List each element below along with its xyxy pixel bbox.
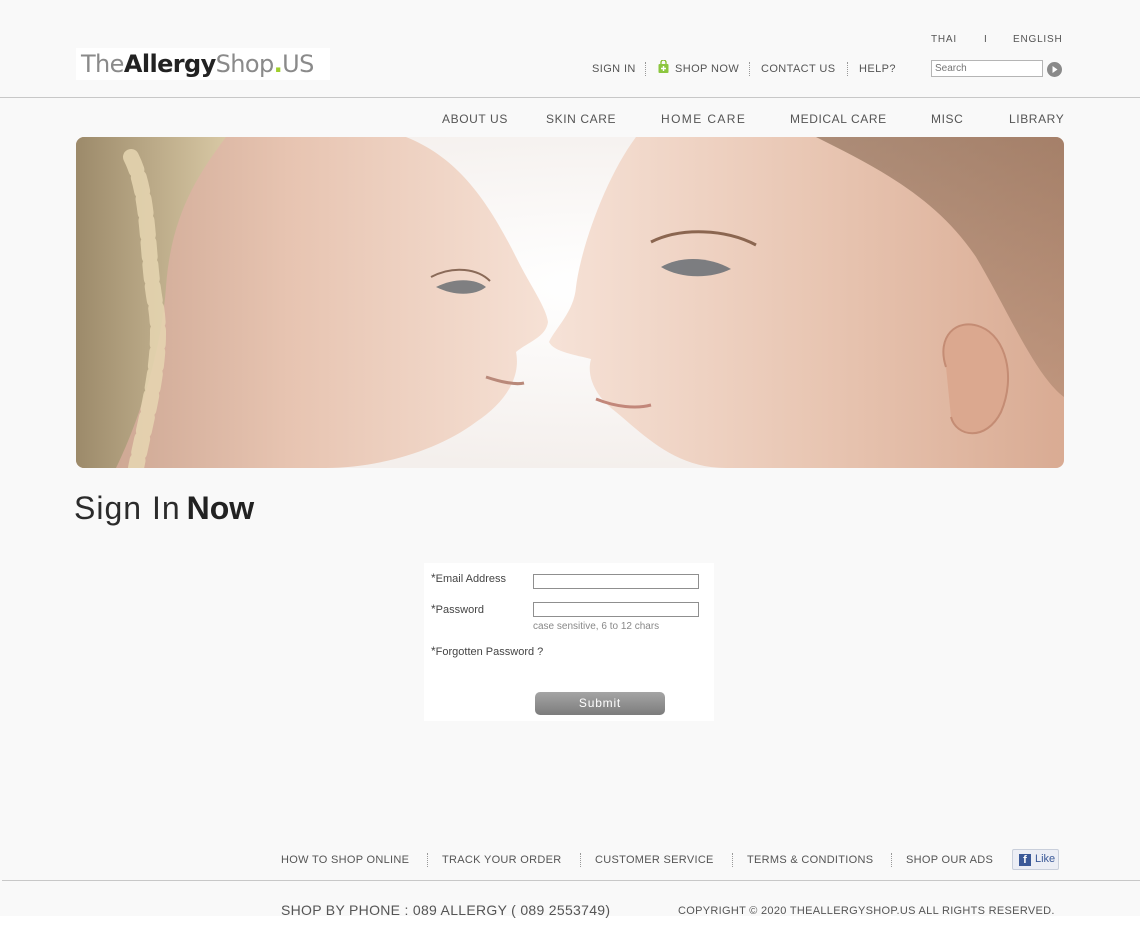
hero-banner-image — [76, 137, 1064, 468]
arrow-right-circle-icon[interactable] — [1047, 62, 1062, 77]
footer-terms-link[interactable]: TERMS & CONDITIONS — [747, 854, 873, 866]
password-label-text: Password — [435, 604, 484, 616]
page-title-light: Sign In — [74, 490, 181, 526]
footer-nav-divider — [427, 853, 428, 867]
help-link[interactable]: HELP? — [859, 63, 896, 75]
logo-us: US — [282, 50, 314, 78]
shop-by-phone-text: SHOP BY PHONE : 089 ALLERGY ( 089 255374… — [281, 902, 611, 918]
facebook-icon: f — [1019, 854, 1031, 866]
page-title: Sign In Now — [74, 490, 254, 527]
footer-bottom-band — [0, 916, 1140, 950]
nav-skin-care[interactable]: SKIN CARE — [546, 112, 616, 126]
footer-shop-ads-link[interactable]: SHOP OUR ADS — [906, 854, 993, 866]
footer-divider — [2, 880, 1140, 881]
page-title-bold: Now — [186, 490, 255, 526]
copyright-text: COPYRIGHT © 2020 THEALLERGYSHOP.US ALL R… — [678, 905, 1055, 917]
logo-the: The — [81, 50, 124, 78]
nav-misc[interactable]: MISC — [931, 112, 963, 126]
language-separator: I — [984, 34, 988, 45]
email-field[interactable] — [533, 574, 699, 589]
language-english-link[interactable]: ENGLISH — [1013, 34, 1063, 45]
password-field[interactable] — [533, 602, 699, 617]
top-nav-divider — [847, 62, 848, 76]
header-divider — [0, 97, 1140, 98]
forgot-password-text[interactable]: Forgotten Password ? — [436, 646, 544, 658]
language-thai-link[interactable]: THAI — [931, 34, 957, 45]
logo-allergy: Allergy — [123, 50, 216, 78]
top-nav-divider — [645, 62, 646, 76]
sign-in-link[interactable]: SIGN IN — [592, 63, 636, 75]
nav-about-us[interactable]: ABOUT US — [442, 112, 508, 126]
logo-shop: Shop — [215, 50, 275, 78]
password-hint: case sensitive, 6 to 12 chars — [533, 621, 660, 632]
password-label: *Password — [431, 602, 484, 616]
footer-customer-service-link[interactable]: CUSTOMER SERVICE — [595, 854, 714, 866]
site-logo[interactable]: TheAllergyShop.US — [76, 48, 330, 80]
footer-nav-divider — [580, 853, 581, 867]
nav-library[interactable]: LIBRARY — [1009, 112, 1064, 126]
facebook-like-label: Like — [1035, 853, 1056, 865]
shopping-bag-plus-icon[interactable] — [658, 60, 669, 73]
footer-how-to-shop-link[interactable]: HOW TO SHOP ONLINE — [281, 854, 409, 866]
footer-nav-divider — [891, 853, 892, 867]
contact-us-link[interactable]: CONTACT US — [761, 63, 836, 75]
logo-dot: . — [273, 50, 283, 78]
forgot-password-link[interactable]: *Forgotten Password ? — [431, 644, 543, 658]
nav-medical-care[interactable]: MEDICAL CARE — [790, 112, 887, 126]
footer-nav-divider — [732, 853, 733, 867]
facebook-like-button[interactable]: f Like — [1012, 849, 1059, 870]
search-input[interactable] — [931, 60, 1043, 77]
email-label-text: Email Address — [435, 573, 506, 585]
footer-track-order-link[interactable]: TRACK YOUR ORDER — [442, 854, 562, 866]
shop-now-link[interactable]: SHOP NOW — [675, 63, 739, 75]
nav-home-care[interactable]: HOME CARE — [661, 112, 746, 126]
submit-button[interactable]: Submit — [535, 692, 665, 715]
email-label: *Email Address — [431, 571, 506, 585]
top-nav-divider — [749, 62, 750, 76]
